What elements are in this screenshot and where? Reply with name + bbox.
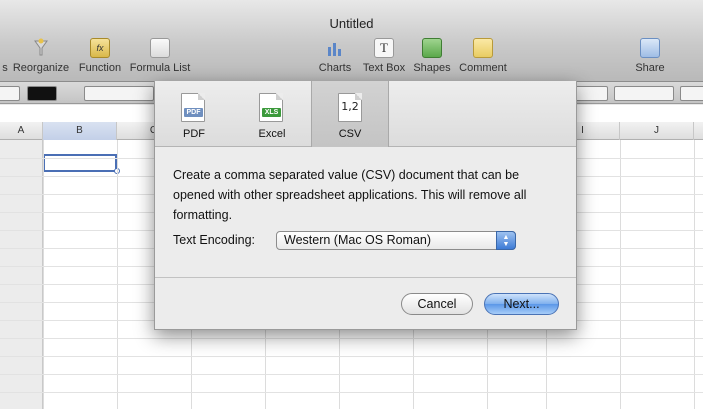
text-encoding-select[interactable]: Western (Mac OS Roman) ▲ ▼ bbox=[276, 231, 516, 250]
tab-label: PDF bbox=[183, 128, 205, 140]
reorganize-icon bbox=[31, 38, 51, 58]
window-titlebar: Untitled s Reorganize fx Function Formul… bbox=[0, 0, 703, 82]
tab-label: CSV bbox=[338, 128, 362, 140]
share-icon bbox=[640, 38, 660, 58]
toolbar-item-function[interactable]: fx Function bbox=[76, 38, 124, 74]
next-button[interactable]: Next... bbox=[484, 293, 559, 315]
grid-line bbox=[117, 140, 118, 409]
csv-badge: 1,2 bbox=[341, 100, 359, 113]
comment-icon bbox=[473, 38, 493, 58]
grid-line bbox=[0, 338, 703, 339]
text-color-well[interactable] bbox=[27, 86, 57, 101]
text-box-icon: T bbox=[374, 38, 394, 58]
grid-line bbox=[694, 140, 695, 409]
toolbar-label: Reorganize bbox=[12, 62, 70, 74]
charts-icon bbox=[325, 38, 345, 58]
xls-badge: XLS bbox=[262, 108, 281, 117]
fill-select[interactable] bbox=[680, 86, 703, 101]
toolbar-label: Formula List bbox=[129, 62, 191, 74]
grid-line bbox=[0, 356, 703, 357]
border-color-select[interactable] bbox=[614, 86, 674, 101]
toolbar-label: Shapes bbox=[413, 62, 451, 74]
toolbar-label: Comment bbox=[459, 62, 507, 74]
shapes-icon bbox=[422, 38, 442, 58]
row-header-gutter bbox=[0, 140, 43, 409]
selected-cell[interactable] bbox=[43, 154, 117, 172]
toolbar-label: Share bbox=[635, 62, 665, 74]
grid-line bbox=[0, 392, 703, 393]
csv-document-icon: 1,2 bbox=[338, 93, 362, 122]
toolbar-item-comment[interactable]: Comment bbox=[457, 38, 509, 74]
column-header[interactable]: A bbox=[0, 122, 43, 140]
tab-csv[interactable]: 1,2 CSV bbox=[311, 81, 389, 147]
tab-excel[interactable]: XLS Excel bbox=[233, 81, 311, 147]
toolbar-label: Charts bbox=[318, 62, 352, 74]
toolbar-label: Function bbox=[78, 62, 122, 74]
alignment-buttons[interactable] bbox=[84, 86, 154, 101]
text-encoding-value: Western (Mac OS Roman) bbox=[284, 233, 432, 247]
text-encoding-label: Text Encoding: bbox=[173, 233, 255, 247]
toolbar-item-sidebar[interactable]: s bbox=[0, 38, 12, 74]
tab-label: Excel bbox=[258, 128, 286, 140]
grid-line bbox=[0, 374, 703, 375]
toolbar-item-formula-list[interactable]: Formula List bbox=[129, 38, 191, 74]
font-size-stepper[interactable] bbox=[0, 86, 20, 101]
column-header[interactable]: J bbox=[620, 122, 694, 140]
function-icon: fx bbox=[90, 38, 110, 58]
toolbar-label: s bbox=[2, 62, 8, 74]
pdf-document-icon: PDF bbox=[181, 93, 205, 122]
toolbar-item-reorganize[interactable]: Reorganize bbox=[12, 38, 70, 74]
tab-pdf[interactable]: PDF PDF bbox=[155, 81, 233, 147]
toolbar-label: Text Box bbox=[362, 62, 406, 74]
toolbar-item-text-box[interactable]: T Text Box bbox=[361, 38, 407, 74]
grid-line bbox=[620, 140, 621, 409]
formula-list-icon bbox=[150, 38, 170, 58]
dialog-separator bbox=[155, 277, 576, 278]
xls-document-icon: XLS bbox=[259, 93, 283, 122]
toolbar-item-shapes[interactable]: Shapes bbox=[413, 38, 451, 74]
toolbar-item-charts[interactable]: Charts bbox=[317, 38, 353, 74]
toolbar-item-share[interactable]: Share bbox=[632, 38, 668, 74]
window-title: Untitled bbox=[329, 16, 374, 31]
grid-line bbox=[43, 140, 44, 409]
updown-arrows-icon: ▲ ▼ bbox=[496, 231, 516, 250]
pdf-badge: PDF bbox=[184, 108, 203, 117]
format-description: Create a comma separated value (CSV) doc… bbox=[173, 168, 527, 222]
export-format-tabs: PDF PDF XLS Excel 1,2 CSV bbox=[155, 81, 576, 147]
export-dialog: PDF PDF XLS Excel 1,2 CSV Create a comma… bbox=[154, 81, 577, 330]
cancel-button[interactable]: Cancel bbox=[401, 293, 473, 315]
column-header[interactable]: B bbox=[43, 122, 117, 140]
